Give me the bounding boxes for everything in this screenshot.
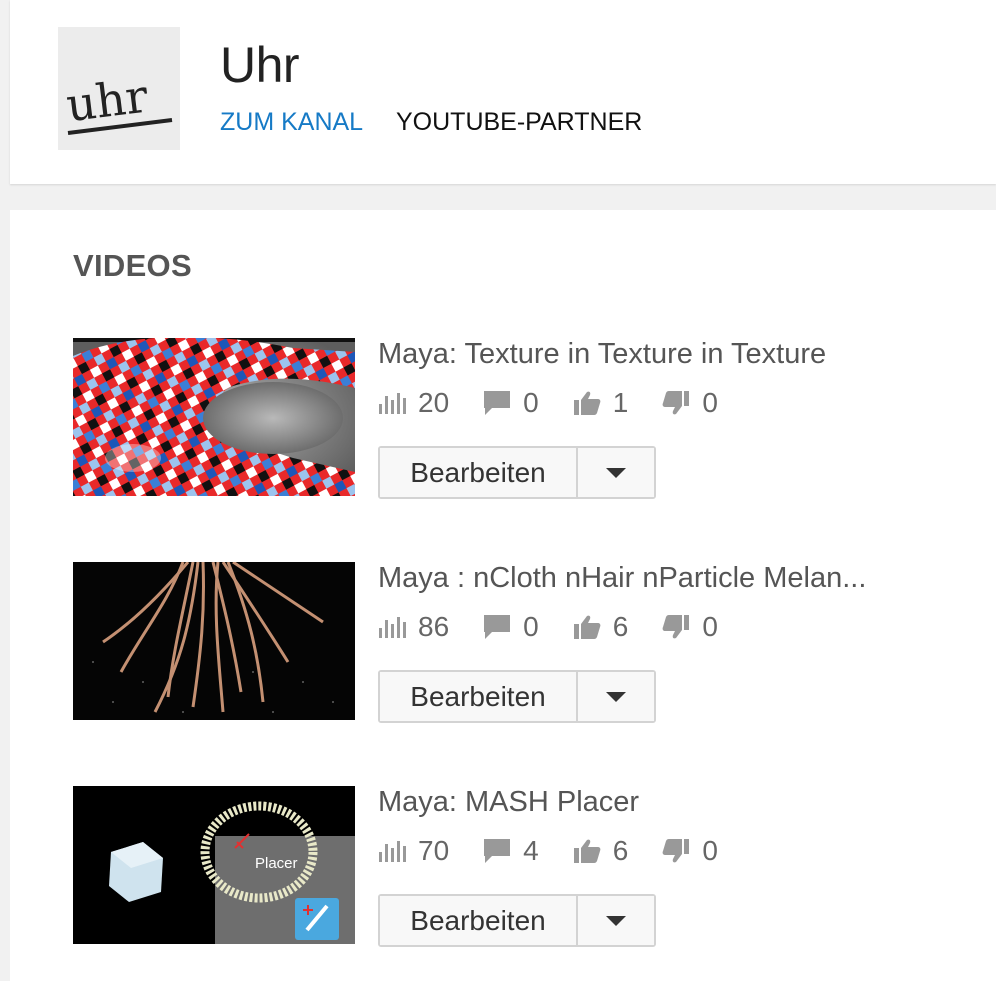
edit-button[interactable]: Bearbeiten — [380, 896, 578, 945]
views-count: 86 — [418, 611, 450, 642]
dislikes-count: 0 — [702, 611, 718, 642]
caret-down-icon — [606, 691, 626, 702]
likes-stat: 6 — [573, 835, 629, 867]
edit-button-group: Bearbeiten — [378, 894, 656, 947]
thumbs-up-icon — [573, 838, 601, 864]
edit-dropdown-button[interactable] — [578, 672, 654, 721]
likes-stat: 1 — [573, 387, 629, 419]
dislikes-stat: 0 — [662, 611, 718, 643]
likes-count: 6 — [612, 611, 629, 642]
section-title: VIDEOS — [73, 248, 192, 283]
likes-count: 1 — [612, 387, 629, 418]
views-count: 20 — [418, 387, 450, 418]
video-stats: 86 0 6 0 — [378, 610, 752, 644]
comments-stat: 0 — [483, 387, 539, 419]
videos-section: VIDEOS Maya: Texture in Texture in Textu… — [10, 210, 996, 981]
caret-down-icon — [606, 467, 626, 478]
video-stats: 70 4 6 0 — [378, 834, 752, 868]
video-thumbnail[interactable] — [73, 562, 355, 720]
video-item: Maya: Texture in Texture in Texture 20 0… — [73, 338, 973, 499]
caret-down-icon — [606, 915, 626, 926]
video-thumbnail[interactable] — [73, 338, 355, 496]
comments-count: 0 — [523, 611, 539, 642]
views-stat: 86 — [378, 611, 449, 643]
video-item: Maya : nCloth nHair nParticle Melan... 8… — [73, 562, 973, 723]
comment-icon — [483, 614, 511, 640]
views-stat: 20 — [378, 387, 449, 419]
edit-dropdown-button[interactable] — [578, 896, 654, 945]
edit-button[interactable]: Bearbeiten — [380, 672, 578, 721]
dislikes-stat: 0 — [662, 387, 718, 419]
go-to-channel-link[interactable]: ZUM KANAL — [220, 108, 363, 137]
thumbs-up-icon — [573, 390, 601, 416]
comments-count: 4 — [523, 835, 539, 866]
comments-stat: 0 — [483, 611, 539, 643]
views-stat: 70 — [378, 835, 449, 867]
video-title[interactable]: Maya : nCloth nHair nParticle Melan... — [378, 562, 918, 595]
partner-badge: YOUTUBE-PARTNER — [396, 108, 643, 136]
likes-count: 6 — [612, 835, 629, 866]
video-item: Placer Maya: MASH Placer 70 4 6 0 Bearbe… — [73, 786, 973, 947]
dislikes-count: 0 — [702, 835, 718, 866]
edit-dropdown-button[interactable] — [578, 448, 654, 497]
dislikes-stat: 0 — [662, 835, 718, 867]
thumbs-down-icon — [662, 838, 690, 864]
comments-count: 0 — [523, 387, 539, 418]
bar-chart-icon — [378, 614, 406, 640]
comments-stat: 4 — [483, 835, 539, 867]
bar-chart-icon — [378, 838, 406, 864]
video-thumbnail[interactable]: Placer — [73, 786, 355, 944]
views-count: 70 — [418, 835, 450, 866]
thumbs-up-icon — [573, 614, 601, 640]
channel-logo[interactable]: uhr — [58, 27, 180, 150]
comment-icon — [483, 838, 511, 864]
video-title[interactable]: Maya: MASH Placer — [378, 786, 918, 819]
edit-button-group: Bearbeiten — [378, 446, 656, 499]
thumbs-down-icon — [662, 614, 690, 640]
comment-icon — [483, 390, 511, 416]
channel-header: uhr Uhr ZUM KANAL YOUTUBE-PARTNER — [10, 0, 996, 184]
video-stats: 20 0 1 0 — [378, 386, 752, 420]
bar-chart-icon — [378, 390, 406, 416]
channel-name: Uhr — [220, 37, 300, 93]
video-title[interactable]: Maya: Texture in Texture in Texture — [378, 338, 918, 371]
dislikes-count: 0 — [702, 387, 718, 418]
edit-button[interactable]: Bearbeiten — [380, 448, 578, 497]
edit-button-group: Bearbeiten — [378, 670, 656, 723]
thumbs-down-icon — [662, 390, 690, 416]
likes-stat: 6 — [573, 611, 629, 643]
thumbnail-placer-label: Placer — [255, 855, 298, 872]
